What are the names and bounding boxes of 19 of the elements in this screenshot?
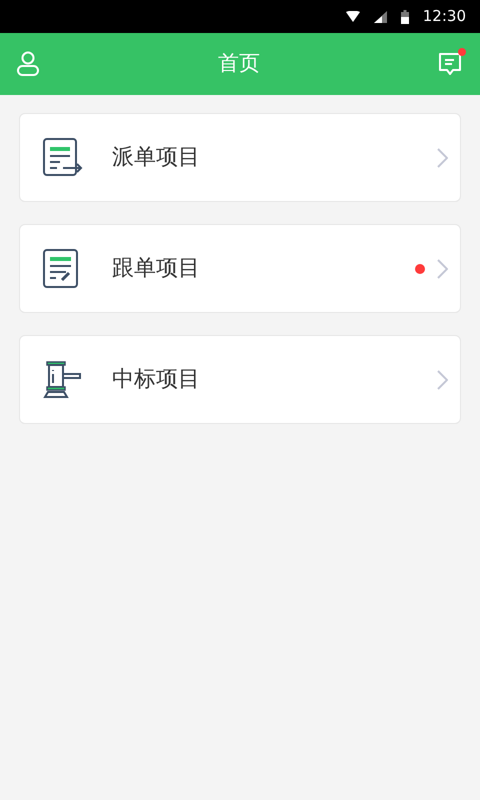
menu-card[interactable]: 中标项目 (19, 335, 461, 424)
card-label: 派单项目 (112, 144, 201, 172)
battery-icon (400, 10, 409, 24)
menu-card[interactable]: 派单项目 (19, 113, 461, 202)
card-label: 跟单项目 (112, 255, 201, 283)
menu-card[interactable]: 跟单项目 (19, 224, 461, 313)
message-icon[interactable] (438, 51, 464, 77)
card-label: 中标项目 (112, 366, 201, 394)
page-title: 首页 (218, 50, 260, 78)
signal-icon (374, 10, 387, 22)
profile-icon[interactable] (16, 51, 40, 77)
gavel-icon (43, 360, 83, 398)
chevron-right-icon (437, 148, 448, 168)
clock-time: 12:30 (422, 6, 466, 28)
document-pen-icon (43, 248, 79, 288)
document-arrow-icon (43, 138, 83, 178)
wifi-icon (346, 10, 360, 22)
chevron-right-icon (437, 258, 448, 278)
chevron-right-icon (437, 370, 448, 390)
